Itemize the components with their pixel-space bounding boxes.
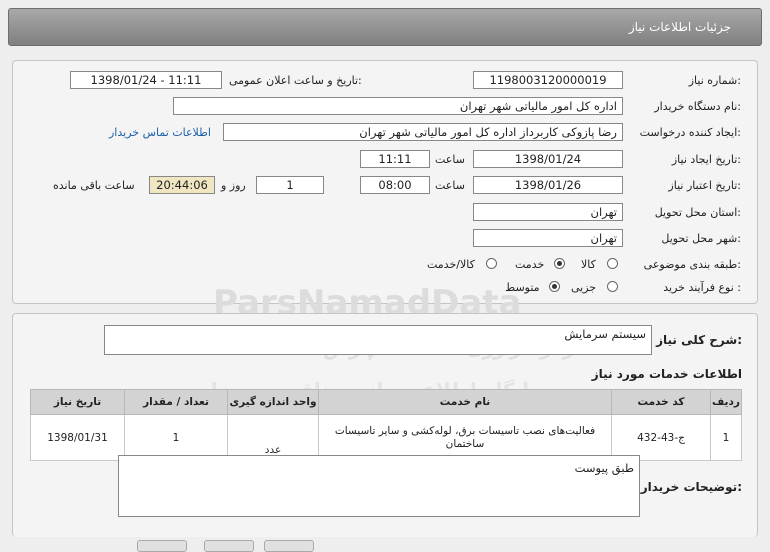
announce-datetime-field: 1398/01/24 - 11:11 [70, 71, 222, 89]
services-table: ردیف کد خدمت نام خدمت واحد اندازه گیری ت… [30, 389, 742, 461]
summary-field: سیستم سرمایش [104, 325, 652, 355]
col-service-code: کد خدمت [611, 389, 711, 415]
city-label: شهر محل تحویل: [661, 232, 741, 245]
need-number-label: شماره نیاز: [688, 74, 741, 87]
need-info-panel: ParsNamadData شماره نیاز: 11980031200000… [12, 60, 758, 323]
category-radio-goods[interactable] [607, 258, 618, 269]
province-label: استان محل تحویل: [654, 206, 741, 219]
day-and-label: روز و [221, 179, 246, 192]
table-row: 1 ج-43-432 فعالیت‌های نصب تاسیسات برق، ل… [30, 414, 742, 461]
announce-datetime-label: تاریخ و ساعت اعلان عمومی: [229, 74, 362, 87]
bottom-button-1[interactable] [137, 540, 187, 552]
created-hour-label: ساعت [435, 153, 465, 166]
requester-label: ایجاد کننده درخواست: [639, 126, 741, 139]
buyer-org-field: اداره کل امور مالیاتی شهر تهران [173, 97, 623, 115]
cell-quantity: 1 [124, 414, 228, 461]
window-title: جزئیات اطلاعات نیاز [628, 20, 731, 34]
col-quantity: تعداد / مقدار [124, 389, 228, 415]
bottom-button-3[interactable] [264, 540, 314, 552]
cell-service-name: فعالیت‌های نصب تاسیسات برق، لوله‌کشی و س… [318, 414, 612, 461]
col-need-date: تاریخ نیاز [30, 389, 125, 415]
category-option-goods: کالا [581, 258, 596, 271]
need-number-field: 1198003120000019 [473, 71, 623, 89]
requester-field: رضا پازوکی کاربرداز اداره کل امور مالیات… [223, 123, 623, 141]
remaining-label: ساعت باقی مانده [53, 179, 135, 192]
time-left-field: 20:44:06 [149, 176, 215, 194]
category-label: طبقه بندی موضوعی: [643, 258, 741, 271]
process-option-minor: جزیی [571, 281, 597, 294]
city-field: تهران [473, 229, 623, 247]
validity-time-field: 08:00 [360, 176, 430, 194]
validity-date-field: 1398/01/26 [473, 176, 623, 194]
category-radio-goods-service[interactable] [486, 258, 497, 269]
col-service-name: نام خدمت [318, 389, 612, 415]
summary-label: شرح کلی نیاز: [656, 333, 742, 347]
validity-date-label: تاریخ اعتبار نیاز: [668, 179, 741, 192]
process-type-label: نوع فرآیند خرید : [663, 281, 741, 294]
col-row-number: ردیف [710, 389, 742, 415]
process-radio-minor[interactable] [607, 281, 618, 292]
buyer-notes-field: طبق پیوست [118, 455, 640, 517]
buyer-org-label: نام دستگاه خریدار: [654, 100, 741, 113]
buyer-notes-label: توضیحات خریدار: [640, 480, 742, 494]
window-header: جزئیات اطلاعات نیاز [8, 8, 762, 46]
buyer-contact-link[interactable]: اطلاعات تماس خریدار [109, 126, 211, 139]
cell-unit: عدد [227, 414, 319, 461]
validity-hour-label: ساعت [435, 179, 465, 192]
category-radio-service[interactable] [554, 258, 565, 269]
created-date-field: 1398/01/24 [473, 150, 623, 168]
category-option-goods-service: کالا/خدمت [427, 258, 475, 271]
services-table-header: ردیف کد خدمت نام خدمت واحد اندازه گیری ت… [30, 389, 742, 415]
category-option-service: خدمت [515, 258, 545, 271]
services-heading: اطلاعات خدمات مورد نیاز [591, 367, 742, 381]
process-option-medium: متوسط [505, 281, 540, 294]
col-unit: واحد اندازه گیری [227, 389, 319, 415]
created-time-field: 11:11 [360, 150, 430, 168]
bottom-button-2[interactable] [204, 540, 254, 552]
cell-service-code: ج-43-432 [611, 414, 711, 461]
cell-need-date: 1398/01/31 [30, 414, 125, 461]
cell-row-number: 1 [710, 414, 742, 461]
days-left-field: 1 [256, 176, 324, 194]
created-date-label: تاریخ ایجاد نیاز: [671, 153, 741, 166]
province-field: تهران [473, 203, 623, 221]
process-radio-medium[interactable] [549, 281, 560, 292]
